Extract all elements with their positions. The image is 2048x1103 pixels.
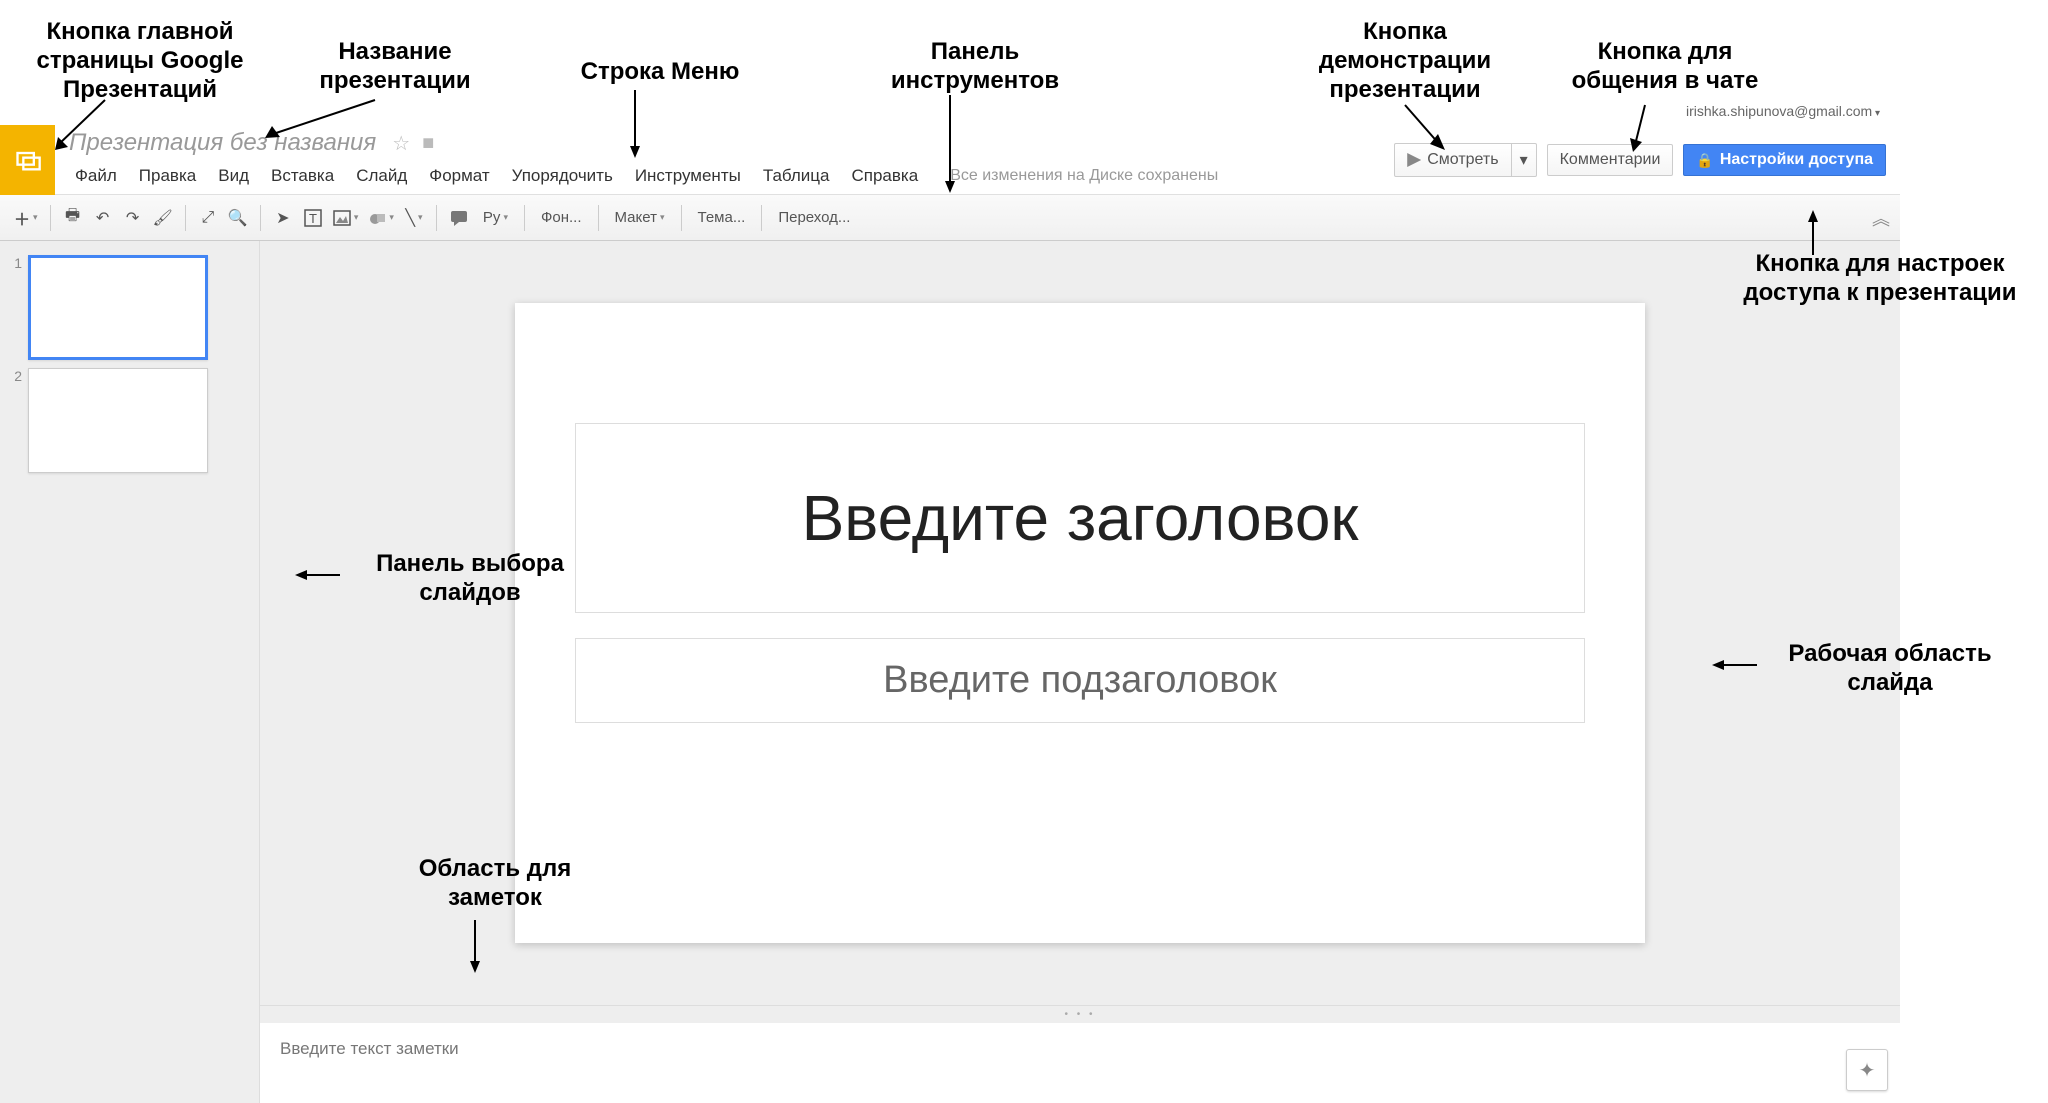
theme-button[interactable]: Тема... xyxy=(690,203,754,233)
lock-icon: 🔒 xyxy=(1696,152,1713,169)
slide-thumbnail[interactable] xyxy=(28,255,208,360)
separator xyxy=(598,205,599,231)
arrow-icon xyxy=(1630,100,1650,155)
annotation-menu-bar: Строка Меню xyxy=(560,58,760,87)
move-to-folder-icon[interactable]: ■ xyxy=(422,132,434,155)
image-tool[interactable] xyxy=(329,203,363,233)
shape-tool[interactable] xyxy=(364,203,398,233)
arrow-icon xyxy=(470,920,480,975)
annotation-chat: Кнопка для общения в чате xyxy=(1550,38,1780,96)
annotation-notes: Область для заметок xyxy=(380,855,610,913)
background-button[interactable]: Фон... xyxy=(533,203,590,233)
star-icon[interactable]: ☆ xyxy=(392,131,410,156)
menu-file[interactable]: Файл xyxy=(65,162,127,190)
toolbar: ＋ 🖶 ↶ ↷ 🖌 ⤢ 🔍 ➤ T ╲ Ру Фон... Макет Тема… xyxy=(0,195,1900,241)
arrow-icon xyxy=(945,95,955,195)
play-icon xyxy=(1407,153,1421,167)
menu-bar: Файл Правка Вид Вставка Слайд Формат Упо… xyxy=(65,161,1394,191)
zoom-fit-button[interactable]: ⤢ xyxy=(194,203,222,233)
line-tool[interactable]: ╲ xyxy=(400,203,428,233)
google-slides-app: irishka.shipunova@gmail.com Презентация … xyxy=(0,125,1900,1103)
print-button[interactable]: 🖶 xyxy=(59,203,87,233)
slide-number: 2 xyxy=(8,368,28,473)
notes-drag-handle[interactable]: • • • xyxy=(260,1005,1900,1023)
menu-slide[interactable]: Слайд xyxy=(346,162,417,190)
slides-home-button[interactable] xyxy=(0,125,55,195)
menu-help[interactable]: Справка xyxy=(842,162,929,190)
filmstrip[interactable]: 1 2 xyxy=(0,241,260,1103)
textbox-icon: T xyxy=(304,209,322,227)
slide-canvas[interactable]: Введите заголовок Введите подзаголовок xyxy=(515,303,1645,943)
annotation-workarea: Рабочая область слайда xyxy=(1760,640,2020,698)
separator xyxy=(185,205,186,231)
arrow-icon xyxy=(260,95,380,145)
annotation-toolbar: Панель инструментов xyxy=(850,38,1100,96)
comment-icon xyxy=(450,210,468,226)
present-options-dropdown[interactable]: ▾ xyxy=(1512,143,1537,177)
body: 1 2 Введите заголовок Введите подзаголов… xyxy=(0,241,1900,1103)
share-button[interactable]: 🔒 Настройки доступа xyxy=(1683,144,1886,176)
comments-button[interactable]: Комментарии xyxy=(1547,144,1674,176)
annotation-filmstrip: Панель выбора слайдов xyxy=(340,550,600,608)
layout-button[interactable]: Макет xyxy=(607,203,673,233)
annotation-title: Название презентации xyxy=(290,38,500,96)
separator xyxy=(50,205,51,231)
slide-thumb-1[interactable]: 1 xyxy=(0,251,259,364)
subtitle-placeholder[interactable]: Введите подзаголовок xyxy=(575,638,1585,723)
arrow-icon xyxy=(1712,660,1762,670)
user-email[interactable]: irishka.shipunova@gmail.com xyxy=(1686,103,1880,119)
textbox-tool[interactable]: T xyxy=(299,203,327,233)
shape-icon xyxy=(368,210,386,226)
speaker-notes[interactable]: Введите текст заметки xyxy=(260,1023,1900,1103)
slide-thumbnail[interactable] xyxy=(28,368,208,473)
redo-button[interactable]: ↷ xyxy=(119,203,147,233)
paint-format-button[interactable]: 🖌 xyxy=(149,203,177,233)
header-main: Презентация без названия ☆ ■ Файл Правка… xyxy=(55,125,1394,191)
arrow-icon xyxy=(1400,100,1450,155)
font-family-selector[interactable]: Ру xyxy=(475,203,516,233)
slide-number: 1 xyxy=(8,255,28,360)
zoom-button[interactable]: 🔍 xyxy=(224,203,252,233)
separator xyxy=(681,205,682,231)
separator xyxy=(260,205,261,231)
undo-button[interactable]: ↶ xyxy=(89,203,117,233)
explore-button[interactable]: ✦ xyxy=(1846,1049,1888,1091)
annotation-share: Кнопка для настроек доступа к презентаци… xyxy=(1740,250,2020,308)
new-slide-button[interactable]: ＋ xyxy=(10,203,42,233)
separator xyxy=(524,205,525,231)
save-status: Все изменения на Диске сохранены xyxy=(950,167,1218,185)
transition-button[interactable]: Переход... xyxy=(770,203,858,233)
share-label: Настройки доступа xyxy=(1720,151,1873,169)
menu-format[interactable]: Формат xyxy=(419,162,499,190)
separator xyxy=(436,205,437,231)
menu-arrange[interactable]: Упорядочить xyxy=(502,162,623,190)
annotation-home-button: Кнопка главной страницы Google Презентац… xyxy=(10,18,270,104)
select-tool[interactable]: ➤ xyxy=(269,203,297,233)
menu-table[interactable]: Таблица xyxy=(753,162,840,190)
separator xyxy=(761,205,762,231)
slides-logo-icon xyxy=(14,146,42,174)
annotation-present: Кнопка демонстрации презентации xyxy=(1290,18,1520,104)
add-comment-button[interactable] xyxy=(445,203,473,233)
title-placeholder[interactable]: Введите заголовок xyxy=(575,423,1585,613)
menu-insert[interactable]: Вставка xyxy=(261,162,344,190)
arrow-icon xyxy=(295,570,345,580)
arrow-icon xyxy=(630,90,640,160)
slide-thumb-2[interactable]: 2 xyxy=(0,364,259,477)
canvas-area: Введите заголовок Введите подзаголовок •… xyxy=(260,241,1900,1103)
menu-edit[interactable]: Правка xyxy=(129,162,206,190)
collapse-toolbar-button[interactable]: ︽ xyxy=(1872,205,1890,231)
image-icon xyxy=(333,210,351,226)
menu-view[interactable]: Вид xyxy=(208,162,259,190)
menu-tools[interactable]: Инструменты xyxy=(625,162,751,190)
svg-text:T: T xyxy=(309,211,317,226)
